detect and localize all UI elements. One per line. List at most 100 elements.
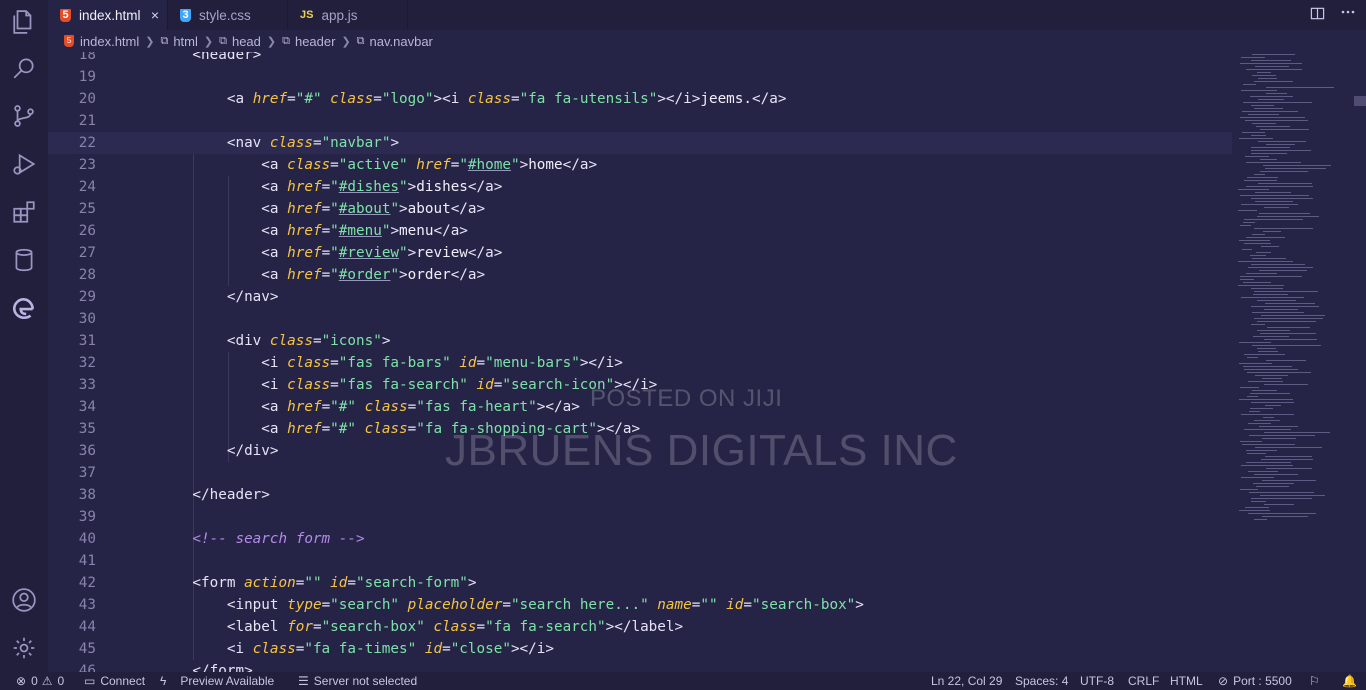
- code-line[interactable]: 38 </header>: [48, 484, 1232, 506]
- line-number: 18: [78, 52, 96, 63]
- code-line[interactable]: 40 <!-- search form -->: [48, 528, 1232, 550]
- code-token: "fa fa-utensils": [519, 91, 658, 107]
- code-token: </a>: [450, 201, 486, 217]
- code-line[interactable]: 44 <label for="search-box" class="fa fa-…: [48, 616, 1232, 638]
- preview-status[interactable]: ϟ Preview Available: [160, 674, 274, 688]
- code-token: ": [330, 201, 339, 217]
- minimap-line: [1238, 261, 1293, 262]
- code-token: ></a>: [536, 399, 580, 415]
- minimap-line: [1242, 249, 1252, 250]
- code-line[interactable]: 21: [48, 110, 1232, 132]
- code-line[interactable]: 24 <a href="#dishes">dishes</a>: [48, 176, 1232, 198]
- server-status[interactable]: ☰ Server not selected: [298, 674, 417, 688]
- search-icon[interactable]: [10, 54, 38, 82]
- minimap-line: [1258, 183, 1312, 184]
- code-line[interactable]: 29 </nav>: [48, 286, 1232, 308]
- warning-count: 0: [57, 674, 65, 688]
- code-line[interactable]: 42 <form action="" id="search-form">: [48, 572, 1232, 594]
- code-line[interactable]: 19: [48, 66, 1232, 88]
- indentation[interactable]: Spaces: 4: [1015, 674, 1068, 688]
- code-line[interactable]: 22 <nav class="navbar">: [48, 132, 1232, 154]
- code-token: >: [855, 597, 864, 613]
- code-line[interactable]: 30: [48, 308, 1232, 330]
- more-actions-icon[interactable]: [1340, 4, 1358, 22]
- code-token: id: [476, 377, 494, 393]
- live-server-port[interactable]: ⊘ Port : 5500: [1218, 674, 1292, 688]
- code-token: =: [321, 267, 331, 283]
- code-line[interactable]: 41: [48, 550, 1232, 572]
- notifications-bell-icon[interactable]: 🔔: [1342, 674, 1357, 688]
- code-line[interactable]: 31 <div class="icons">: [48, 330, 1232, 352]
- code-line[interactable]: 28 <a href="#order">order</a>: [48, 264, 1232, 286]
- code-text: <i class="fa fa-times" id="close"></i>: [158, 641, 554, 657]
- code-line[interactable]: 23 <a class="active" href="#home">home</…: [48, 154, 1232, 176]
- tab-style-css[interactable]: 3 style.css: [168, 0, 288, 30]
- minimap-line: [1253, 483, 1294, 484]
- minimap-line: [1256, 486, 1289, 487]
- breadcrumb-item-head[interactable]: ⧉ head ❯: [219, 34, 282, 49]
- scrollbar-thumb[interactable]: [1354, 96, 1366, 106]
- language-mode[interactable]: HTML: [1170, 674, 1203, 688]
- run-debug-icon[interactable]: [10, 150, 38, 178]
- encoding[interactable]: UTF-8: [1080, 674, 1114, 688]
- minimap-line: [1257, 348, 1276, 349]
- lightning-icon: ϟ: [160, 674, 167, 688]
- line-number: 22: [78, 135, 96, 151]
- code-line[interactable]: 18 <header>: [48, 52, 1232, 66]
- code-line[interactable]: 32 <i class="fas fa-bars" id="menu-bars"…: [48, 352, 1232, 374]
- minimap-line: [1254, 228, 1313, 229]
- code-token: "search-form": [356, 575, 468, 591]
- breadcrumb-item-file[interactable]: 5 index.html ❯: [64, 34, 160, 49]
- chevron-right-icon: ❯: [341, 35, 351, 48]
- cursor-position[interactable]: Ln 22, Col 29: [931, 674, 1002, 688]
- problems-indicator[interactable]: ⊗ 0 ⚠ 0: [16, 674, 64, 688]
- code-line[interactable]: 20 <a href="#" class="logo"><i class="fa…: [48, 88, 1232, 110]
- database-icon[interactable]: [10, 246, 38, 274]
- settings-gear-icon[interactable]: [10, 634, 38, 662]
- close-icon[interactable]: ×: [151, 7, 159, 23]
- tab-app-js[interactable]: JS app.js: [288, 0, 408, 30]
- code-token: </a>: [450, 267, 486, 283]
- breadcrumb-item-header[interactable]: ⧉ header ❯: [282, 34, 357, 49]
- code-line[interactable]: 46 </form>: [48, 660, 1232, 672]
- minimap-line: [1257, 300, 1296, 301]
- minimap-line: [1248, 114, 1279, 115]
- minimap-line: [1244, 369, 1298, 370]
- minimap-line: [1253, 294, 1288, 295]
- line-ending[interactable]: CRLF: [1128, 674, 1159, 688]
- code-token: <i: [158, 355, 288, 371]
- source-control-icon[interactable]: [10, 102, 38, 130]
- code-token: >: [407, 179, 417, 195]
- minimap-line: [1238, 285, 1284, 286]
- tab-index-html[interactable]: 5 index.html ×: [48, 0, 168, 30]
- code-token: "#": [330, 399, 356, 415]
- breadcrumb-item-nav[interactable]: ⧉ nav.navbar: [357, 34, 433, 49]
- element-icon: ⧉: [160, 34, 169, 47]
- code-text: <a href="#" class="fas fa-heart"></a>: [158, 399, 580, 415]
- code-token: =: [743, 597, 752, 613]
- code-line[interactable]: 25 <a href="#about">about</a>: [48, 198, 1232, 220]
- minimap-line: [1252, 312, 1304, 313]
- code-token: name: [657, 597, 692, 613]
- code-line[interactable]: 27 <a href="#review">review</a>: [48, 242, 1232, 264]
- code-line[interactable]: 26 <a href="#menu">menu</a>: [48, 220, 1232, 242]
- code-token: </a>: [562, 157, 598, 173]
- feedback-icon[interactable]: ⚐: [1309, 674, 1320, 688]
- extensions-icon[interactable]: [10, 198, 38, 226]
- connect-button[interactable]: ▭ Connect: [84, 674, 145, 688]
- split-editor-icon[interactable]: [1310, 6, 1328, 24]
- minimap[interactable]: [1232, 52, 1366, 672]
- watermark-text: POSTED ON JIJI: [590, 385, 783, 412]
- code-line[interactable]: 45 <i class="fa fa-times" id="close"></i…: [48, 638, 1232, 660]
- edge-browser-icon[interactable]: [10, 294, 38, 322]
- code-line[interactable]: 43 <input type="search" placeholder="sea…: [48, 594, 1232, 616]
- code-line[interactable]: 39: [48, 506, 1232, 528]
- code-editor[interactable]: 18 <header> 19 20 <a href="#" class="logo"…: [48, 52, 1232, 672]
- html5-icon: 5: [60, 8, 71, 22]
- explorer-icon[interactable]: [10, 8, 38, 36]
- minimap-line: [1252, 345, 1321, 346]
- breadcrumb-item-html[interactable]: ⧉ html ❯: [160, 34, 219, 49]
- account-icon[interactable]: [10, 586, 38, 614]
